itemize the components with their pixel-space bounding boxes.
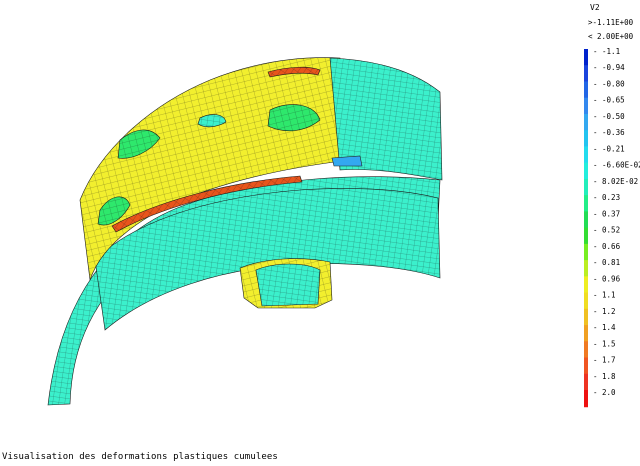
legend-level-label: - 0.81	[593, 258, 620, 267]
legend-level-label: - 0.66	[593, 242, 621, 251]
deformed-mesh	[47, 57, 443, 406]
legend-swatch	[584, 113, 588, 132]
legend-level-label: - 1.7	[593, 356, 616, 365]
legend-min-label: < 2.00E+00	[588, 32, 634, 41]
legend-swatch	[584, 146, 588, 164]
legend-swatch	[584, 341, 588, 359]
legend-level-label: - -0.36	[593, 128, 625, 137]
legend-level-label: - -6.60E-02	[593, 161, 640, 170]
legend-level-label: - 1.2	[593, 307, 616, 316]
legend-swatch	[584, 49, 588, 67]
legend-swatch	[584, 308, 588, 327]
legend-swatch	[584, 260, 588, 278]
legend-swatch	[584, 211, 588, 229]
legend-swatch	[584, 292, 588, 310]
legend-level-label: - -0.80	[593, 79, 625, 88]
legend-level-label: - 0.96	[593, 274, 621, 283]
legend-level-label: - -0.65	[593, 96, 625, 105]
legend-swatch	[584, 130, 588, 148]
legend-swatch	[584, 390, 588, 408]
mesh-grid-lines	[256, 264, 320, 306]
legend-level-label: - 0.23	[593, 193, 620, 202]
legend-swatch	[584, 81, 588, 99]
legend-swatch	[584, 357, 588, 375]
legend-level-labels: - -1.1 - -0.94 - -0.80 - -0.65 - -0.50 - -0.3…	[593, 47, 640, 397]
legend-level-label: - -0.94	[593, 63, 625, 72]
legend-variable-label: V2	[590, 3, 600, 12]
legend-swatch	[584, 373, 588, 391]
contour-blue-spot	[331, 155, 363, 167]
legend-level-label: - 8.02E-02	[593, 177, 638, 186]
legend-swatch	[584, 243, 588, 262]
legend-swatch	[584, 195, 588, 213]
figure-caption: Visualisation des deformations plastique…	[2, 452, 278, 462]
legend-level-label: - -0.21	[593, 144, 625, 153]
color-legend: V2 >-1.11E+00 < 2.00E+00 - -1.1- -0.94- …	[584, 3, 640, 408]
legend-level-label: - 1.8	[593, 372, 616, 381]
legend-level-label: - 2.0	[593, 388, 616, 397]
legend-swatch	[584, 227, 588, 245]
legend-level-label: - 1.1	[593, 291, 616, 300]
legend-level-label: - 1.4	[593, 323, 616, 332]
legend-swatch	[584, 276, 588, 294]
legend-swatch	[584, 178, 588, 197]
legend-level-label: - 0.37	[593, 209, 620, 218]
legend-level-label: - 1.5	[593, 339, 616, 348]
legend-color-bar	[584, 49, 588, 408]
fe-mesh-viewport: V2 >-1.11E+00 < 2.00E+00 - -1.1- -0.94- …	[47, 3, 640, 408]
legend-swatch	[584, 162, 588, 180]
legend-swatch	[584, 65, 588, 83]
legend-swatch	[584, 97, 588, 115]
legend-level-label: - 0.52	[593, 226, 620, 235]
legend-level-label: - -0.50	[593, 112, 625, 121]
legend-level-label: - -1.1	[593, 47, 620, 56]
legend-swatch	[584, 325, 588, 343]
legend-max-label: >-1.11E+00	[588, 18, 634, 27]
